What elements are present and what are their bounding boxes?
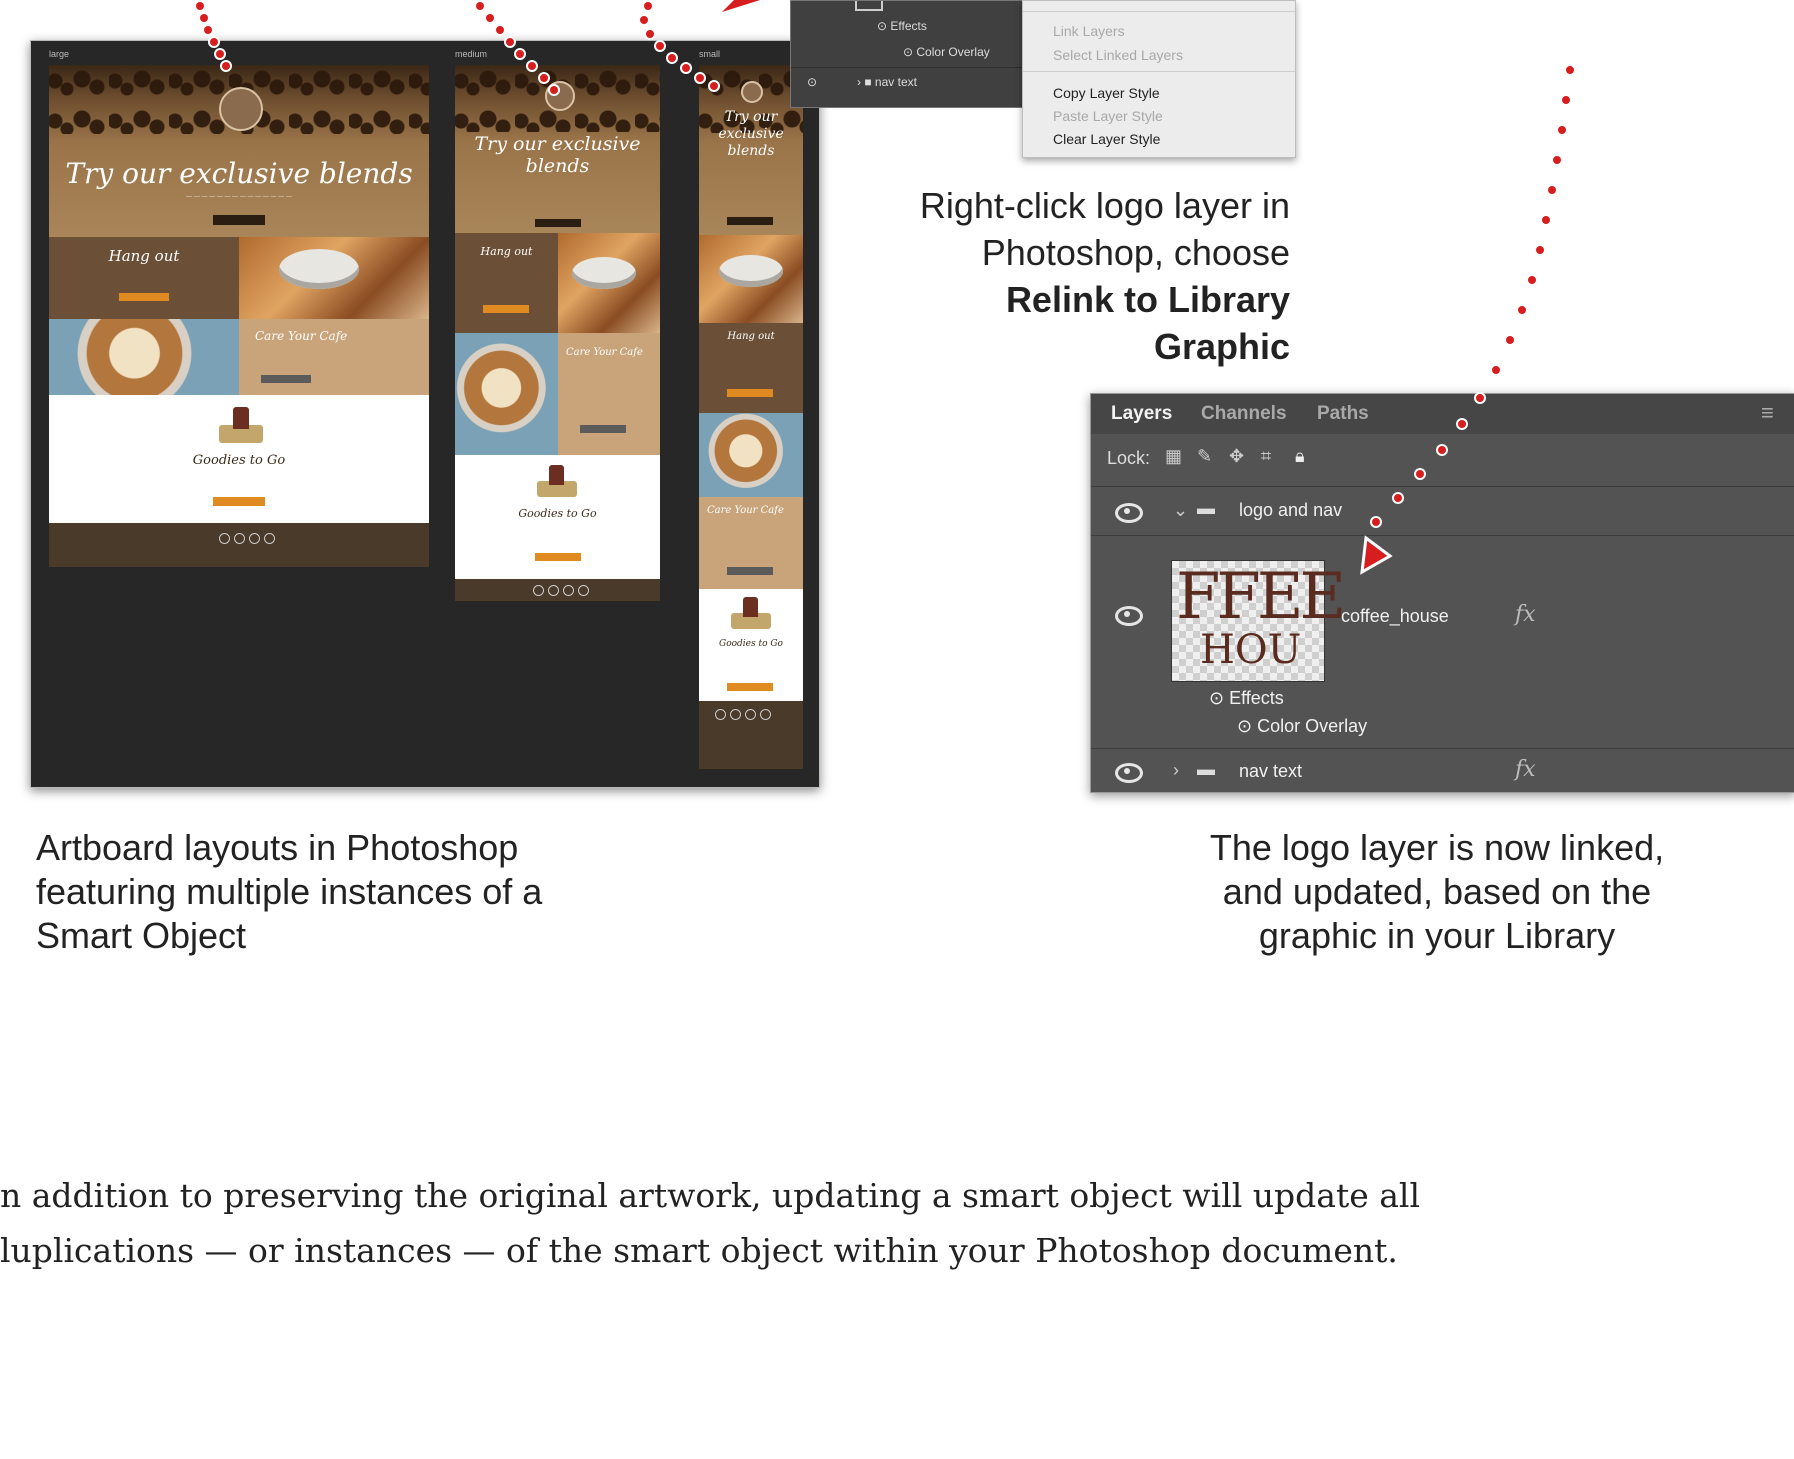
arrow-dot: [208, 36, 220, 48]
linked-caption: The logo layer is now linked, and update…: [1209, 827, 1665, 956]
arrow-head-icon: [722, 0, 760, 12]
arrow-dot: [194, 0, 206, 12]
arrow-dot: [198, 12, 210, 24]
annotation-arrows: [194, 0, 1576, 575]
body-paragraph: n addition to preserving the original ar…: [0, 1176, 1421, 1270]
arrow-dot: [214, 48, 226, 60]
arrow-dot: [220, 60, 232, 72]
artboards-caption: Artboard layouts in Photoshop featuring …: [36, 827, 543, 956]
arrow-head-icon: [1360, 535, 1393, 575]
arrow-dot: [202, 24, 214, 36]
